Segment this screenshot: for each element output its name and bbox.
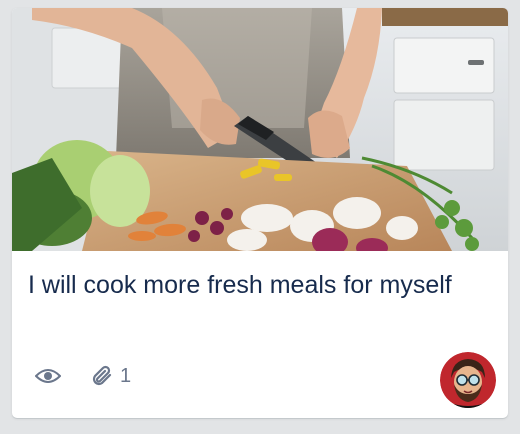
attachment-count: 1 xyxy=(120,364,132,387)
paperclip-icon xyxy=(88,362,116,390)
attachment-badge[interactable]: 1 xyxy=(88,362,131,390)
member-avatar[interactable] xyxy=(440,352,496,408)
card[interactable]: I will cook more fresh meals for myself … xyxy=(12,8,508,418)
card-badges: 1 xyxy=(34,362,131,390)
card-title[interactable]: I will cook more fresh meals for myself xyxy=(28,268,488,302)
eye-icon[interactable] xyxy=(34,362,62,390)
card-cover-image xyxy=(12,8,508,251)
